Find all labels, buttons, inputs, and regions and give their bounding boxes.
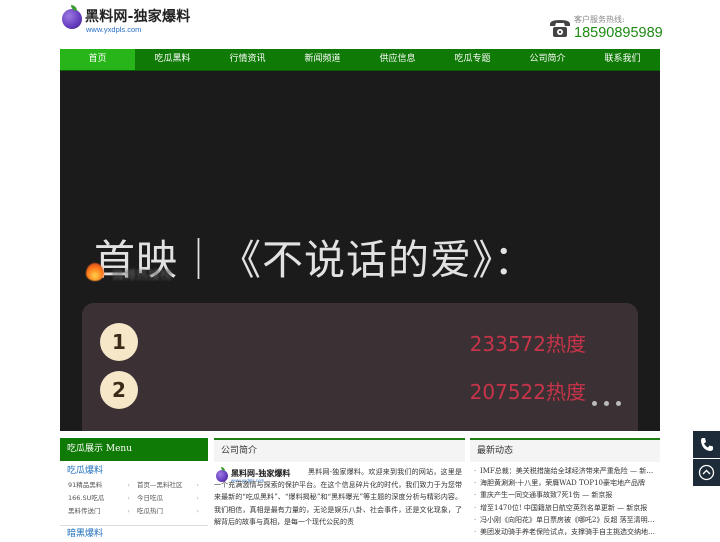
chevron-right-icon: › (196, 507, 199, 515)
arrow-up-icon (698, 464, 715, 481)
category-link[interactable]: 91精品黑料 › (68, 479, 130, 492)
about-text: 黑料网-独家爆料。欢迎来到我们的网站，这里是一个充满激情与探索的保护平台。在这个… (214, 468, 462, 527)
rank-heat: 207522热度 (469, 380, 586, 404)
banner-ghost-text: 微博热搜榜 (112, 268, 173, 282)
about-block-title: 公司简介 (214, 438, 465, 462)
hotline-number[interactable]: 18590895989 (574, 25, 663, 41)
chevron-right-icon: › (127, 507, 130, 515)
ranking-panel: 1 233572热度 2 207522热度 (82, 303, 638, 431)
category-gossip-link[interactable]: 吃瓜爆料 (60, 463, 208, 479)
back-to-top-button[interactable] (693, 459, 720, 486)
nav-item-home[interactable]: 首页 (60, 49, 135, 70)
category-link[interactable]: 166.SU吃瓜 › (68, 492, 130, 505)
category-links: 91精品黑料 › 首页—黑料社区 › 166.SU吃瓜 › 今日吃瓜 › 黑料传送门 › … (60, 479, 208, 525)
nav-item-market-news[interactable]: 行情资讯 (210, 49, 285, 70)
logo-plum-icon (62, 5, 82, 29)
logo-url: www.yxdpls.com (86, 25, 142, 34)
chevron-right-icon: › (196, 494, 199, 502)
menu-block-title: 吃瓜展示 Menu (60, 438, 208, 461)
slider-dot[interactable] (604, 401, 609, 406)
nav-item-news-channel[interactable]: 新闻频道 (285, 49, 360, 70)
hotline: 客户服务热线: 18590895989 (548, 14, 663, 44)
slider-dot[interactable] (616, 401, 621, 406)
news-list: IMF总裁：美关税措施给全球经济带来严重危险 — 新… 海胆黄涮涮·十八里，荣膺… (470, 465, 660, 538)
category-link[interactable]: 首页—黑料社区 › (137, 479, 199, 492)
news-item[interactable]: 重庆产生一同交通事故致7死1伤 — 新京报 (470, 489, 660, 501)
telephone-icon (550, 20, 570, 37)
ranking-row: 2 207522热度 (82, 367, 638, 411)
site-logo[interactable]: 黑料网-独家爆料 www.yxdpls.com (60, 5, 200, 35)
news-block: 最新动态 IMF总裁：美关税措施给全球经济带来严重危险 — 新… 海胆黄涮涮·十… (470, 438, 660, 540)
nav-item-supply-info[interactable]: 供应信息 (360, 49, 435, 70)
category-link[interactable]: 吃瓜热门 › (137, 505, 199, 518)
category-link-label: 91精品黑料 (68, 481, 103, 489)
hero-banner[interactable]: 首映｜《不说话的爱》： 微博热搜榜 1 233572热度 2 207522热度 (60, 71, 660, 431)
news-item[interactable]: 冯小刚《向阳花》单日票房被《哪吒2》反超 落至清明… (470, 514, 660, 526)
category-link-label: 166.SU吃瓜 (68, 494, 105, 502)
fire-icon (86, 263, 104, 281)
chevron-right-icon: › (196, 481, 199, 489)
category-link[interactable]: 今日吃瓜 › (137, 492, 199, 505)
news-item[interactable]: 美团发动骑手养老保险试点，支撑骑手自主挑选交纳地… (470, 526, 660, 538)
category-link[interactable]: 黑料传送门 › (68, 505, 130, 518)
phone-icon (701, 438, 713, 451)
rank-number: 1 (100, 323, 138, 361)
nav-item-gossip[interactable]: 吃瓜黑料 (135, 49, 210, 70)
chevron-right-icon: › (127, 481, 130, 489)
chevron-right-icon: › (127, 494, 130, 502)
category-dark-link[interactable]: 暗黑爆料 (60, 525, 208, 542)
rank-heat: 233572热度 (469, 332, 586, 356)
floating-side-tools (693, 431, 720, 487)
news-block-title: 最新动态 (470, 438, 660, 462)
phone-float-button[interactable] (693, 431, 720, 458)
menu-block: 吃瓜展示 Menu 吃瓜爆料 91精品黑料 › 首页—黑料社区 › 166.SU吃瓜… (60, 438, 208, 540)
category-link-label: 黑料传送门 (68, 507, 101, 515)
slider-dots (592, 401, 622, 409)
nav-item-contact[interactable]: 联系我们 (585, 49, 660, 70)
category-link-label: 今日吃瓜 (137, 494, 163, 502)
category-link-label: 首页—黑料社区 (137, 481, 183, 489)
news-item[interactable]: IMF总裁：美关税措施给全球经济带来严重危险 — 新… (470, 465, 660, 477)
news-item[interactable]: 海胆黄涮涮·十八里，荣膺WAD TOP10豪宅地产品牌 (470, 477, 660, 489)
main-nav: 首页 吃瓜黑料 行情资讯 新闻频道 供应信息 吃瓜专题 公司简介 联系我们 (60, 49, 660, 71)
site-header: 黑料网-独家爆料 www.yxdpls.com 客户服务热线: 18590895… (0, 0, 720, 48)
ranking-row: 1 233572热度 (82, 319, 638, 363)
news-item[interactable]: 增至1470位! 中国籍旅日航空英烈名单更新 — 新京报 (470, 502, 660, 514)
about-block: 公司简介 黑料网-独家爆料 www.yxdpls.com 黑料网-独家爆料。欢迎… (214, 438, 465, 540)
nav-item-topics[interactable]: 吃瓜专题 (435, 49, 510, 70)
rank-number: 2 (100, 371, 138, 409)
nav-item-about[interactable]: 公司简介 (510, 49, 585, 70)
category-link-label: 吃瓜热门 (137, 507, 163, 515)
slider-dot[interactable] (592, 401, 597, 406)
hotline-label: 客户服务热线: (574, 15, 625, 24)
logo-title: 黑料网-独家爆料 (85, 9, 191, 25)
